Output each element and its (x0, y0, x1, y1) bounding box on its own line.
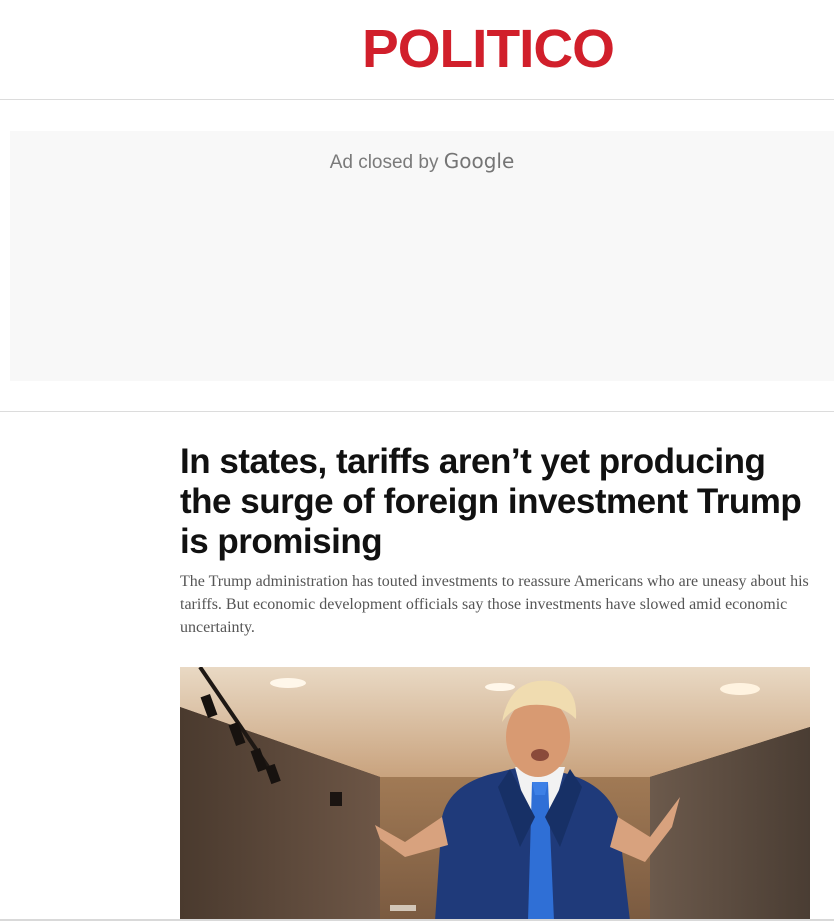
ad-slot: Ad closed by Google (10, 131, 834, 381)
politico-logo[interactable]: POLITICO (362, 18, 615, 80)
article-dek: The Trump administration has touted inve… (180, 573, 809, 636)
section-divider (0, 411, 834, 412)
lead-photo-illustration (180, 667, 810, 921)
article-lead-image[interactable] (180, 667, 810, 921)
site-header: POLITICO (0, 0, 834, 100)
article-headline: In states, tariffs aren’t yet producing … (180, 442, 802, 561)
ad-closed-label: Ad closed by (329, 152, 439, 173)
ad-closed-notice: Ad closed by Google (10, 149, 834, 174)
google-wordmark[interactable]: Google (444, 149, 515, 173)
